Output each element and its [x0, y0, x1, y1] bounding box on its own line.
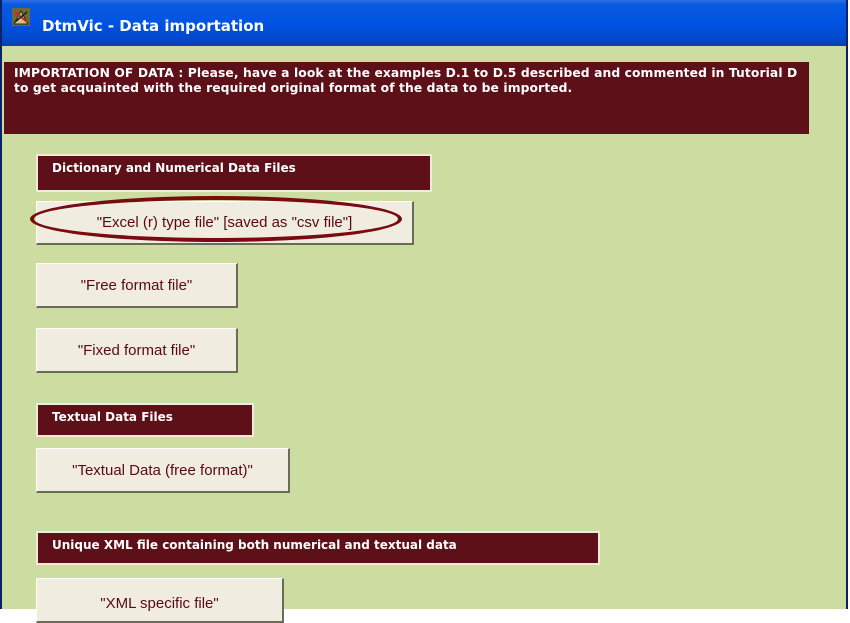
- xml-specific-file-button[interactable]: "XML specific file": [36, 578, 284, 623]
- title-bar[interactable]: DtmVic - Data importation: [2, 0, 846, 46]
- free-format-file-button[interactable]: "Free format file": [36, 263, 238, 308]
- fixed-format-file-button[interactable]: "Fixed format file": [36, 328, 238, 373]
- section-unique-xml: Unique XML file containing both numerica…: [36, 531, 600, 565]
- textual-data-free-format-button[interactable]: "Textual Data (free format)": [36, 448, 290, 493]
- section-textual-data: Textual Data Files: [36, 403, 254, 437]
- dtmvic-app-icon[interactable]: [12, 8, 30, 26]
- section-dictionary-numerical: Dictionary and Numerical Data Files: [36, 154, 432, 192]
- dtmvic-window: DtmVic - Data importation IMPORTATION OF…: [0, 0, 848, 623]
- importation-info-banner: IMPORTATION OF DATA : Please, have a loo…: [4, 62, 809, 134]
- excel-type-file-button[interactable]: "Excel (r) type file" [saved as "csv fil…: [36, 201, 414, 245]
- window-title: DtmVic - Data importation: [42, 17, 265, 35]
